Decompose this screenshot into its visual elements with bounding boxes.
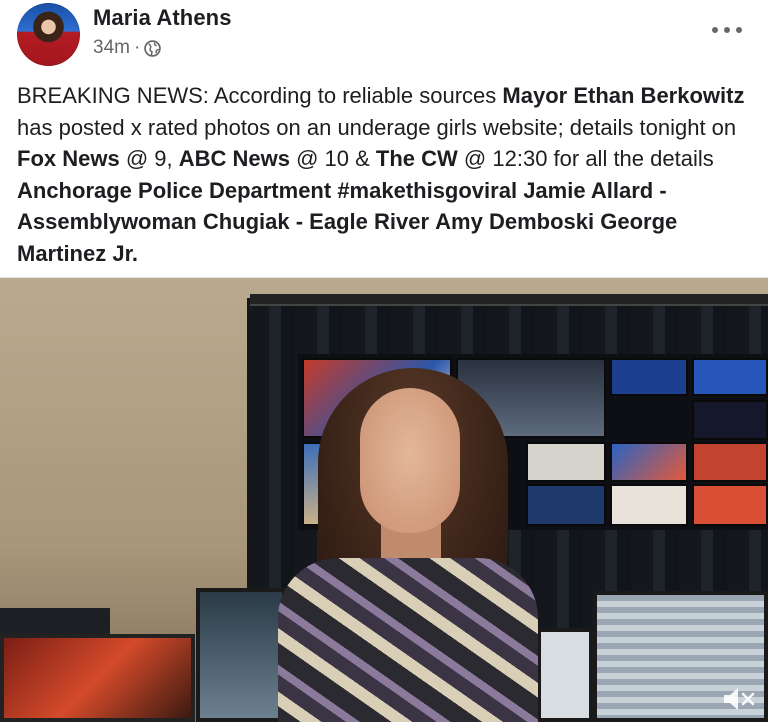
desk-monitor (537, 628, 593, 722)
tag-link[interactable]: #makethisgoviral (337, 178, 517, 203)
globe-icon[interactable] (144, 39, 162, 57)
post-header: Maria Athens 34m · (0, 0, 768, 72)
desk-monitor (0, 634, 195, 722)
avatar[interactable] (17, 3, 80, 66)
presenter (278, 368, 538, 722)
tag-link[interactable]: Amy Demboski (435, 209, 594, 234)
text-segment: has posted x rated photos on an underage… (17, 114, 737, 140)
tag-link[interactable]: The CW (376, 146, 458, 171)
text-segment: @ 10 & (289, 146, 376, 171)
tag-link[interactable]: Fox News (17, 146, 120, 171)
video-player[interactable] (0, 278, 768, 722)
author-name[interactable]: Maria Athens (93, 5, 232, 31)
desk-monitor (196, 588, 286, 722)
tag-link[interactable]: Mayor Ethan Berkowitz (502, 83, 744, 108)
tag-link[interactable]: Anchorage Police Department (17, 178, 331, 203)
curtain-rail (250, 294, 768, 306)
tag-link[interactable]: ABC News (179, 146, 290, 171)
text-segment: @ 9, (119, 146, 179, 171)
post-meta: 34m · (93, 37, 162, 59)
timestamp[interactable]: 34m (93, 37, 130, 59)
facebook-post: Maria Athens 34m · BREAKING NEWS: Accord… (0, 0, 768, 722)
meta-separator: · (133, 37, 141, 58)
text-segment: BREAKING NEWS: According to reliable sou… (17, 83, 503, 108)
speaker-muted-icon[interactable] (722, 686, 756, 712)
post-text: BREAKING NEWS: According to reliable sou… (17, 80, 752, 269)
more-options-icon[interactable] (712, 20, 742, 40)
text-segment: @ 12:30 for all the details (457, 146, 714, 171)
